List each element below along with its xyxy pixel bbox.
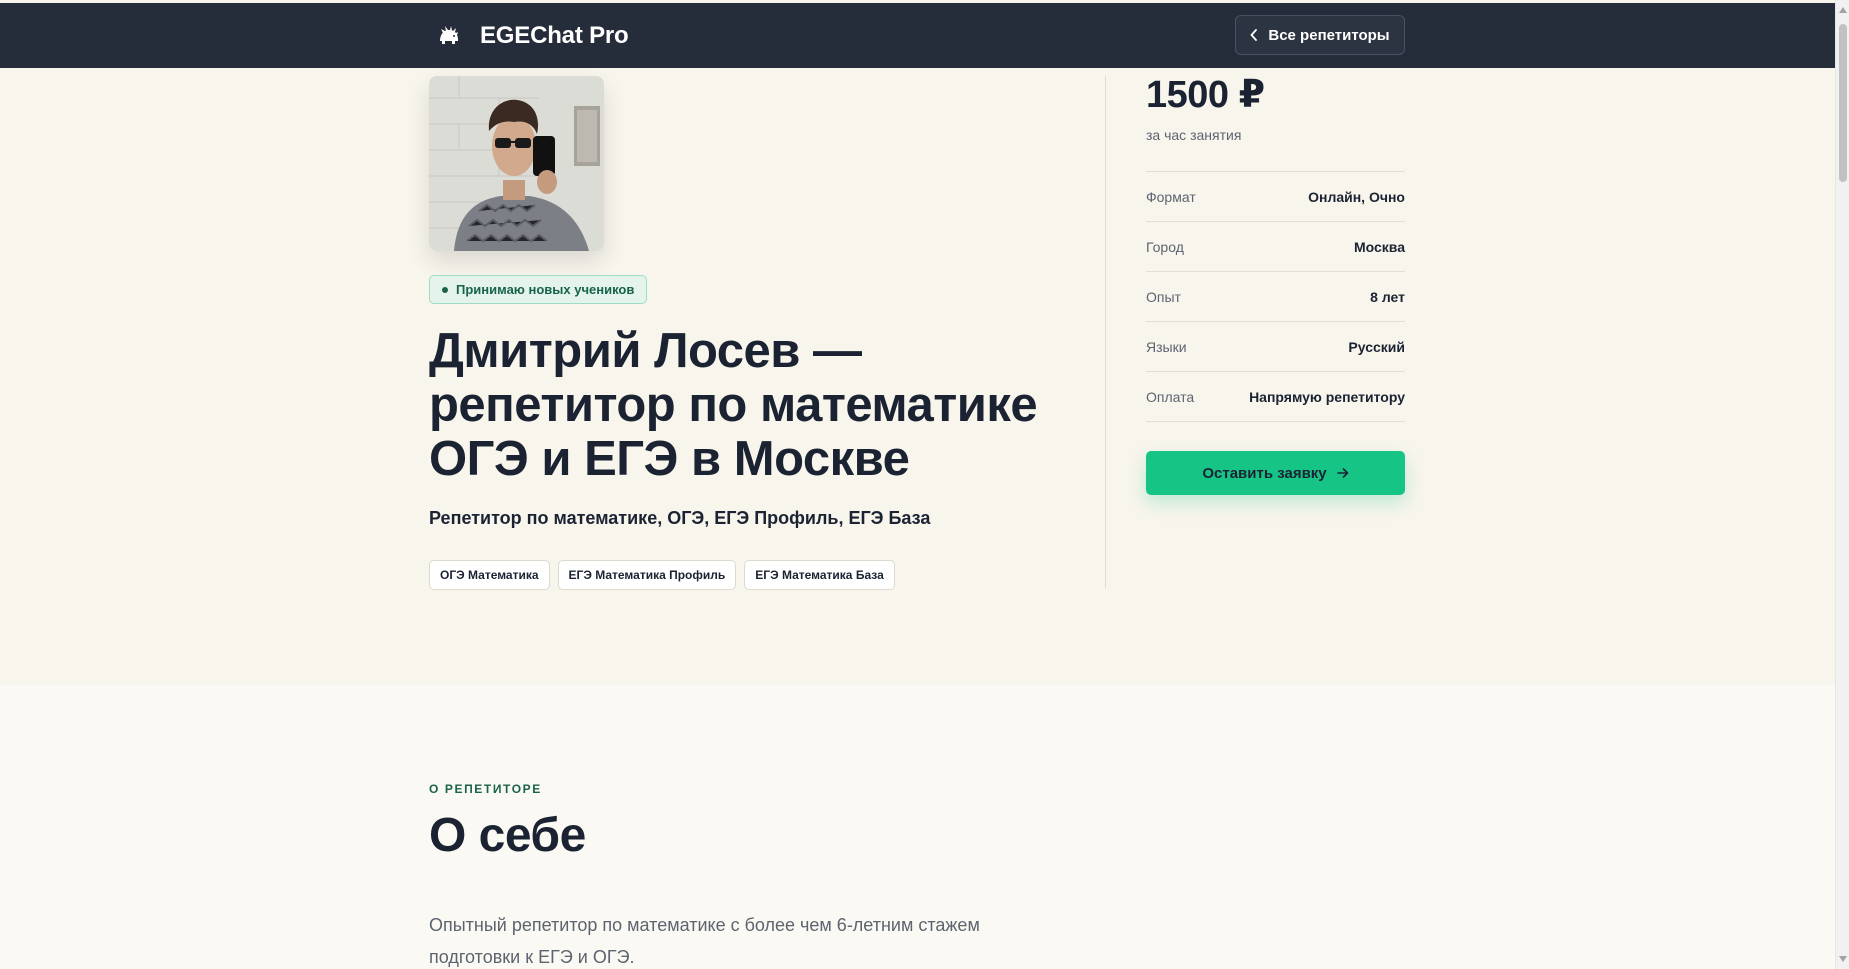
info-value: Напрямую репетитору [1249, 388, 1405, 405]
top-header: EGEChat Pro Все репетиторы [0, 3, 1835, 68]
price-note: за час занятия [1146, 127, 1242, 143]
info-label: Город [1146, 238, 1184, 255]
subject-tag: ЕГЭ Математика База [744, 560, 895, 590]
tutor-hero-section: Принимаю новых учеников Дмитрий Лосев — … [0, 68, 1835, 685]
status-dot-icon [442, 286, 448, 293]
tutor-photo [429, 76, 604, 251]
hedgehog-logo-icon [436, 23, 462, 49]
subject-tags: ОГЭ Математика ЕГЭ Математика Профиль ЕГ… [429, 560, 895, 590]
brand-name: EGEChat Pro [480, 21, 629, 49]
scroll-down-icon[interactable] [1839, 955, 1847, 963]
arrow-right-icon [1336, 465, 1349, 482]
column-divider [1105, 76, 1106, 588]
info-value: Онлайн, Очно [1308, 188, 1405, 205]
all-tutors-button[interactable]: Все репетиторы [1235, 15, 1405, 55]
status-badge: Принимаю новых учеников [429, 275, 648, 304]
all-tutors-button-label: Все репетиторы [1268, 26, 1390, 44]
info-label: Языки [1146, 338, 1187, 355]
info-value: Русский [1348, 338, 1405, 355]
about-section: О РЕПЕТИТОРЕ О себе Опытный репетитор по… [0, 685, 1835, 969]
leave-request-button[interactable]: Оставить заявку [1146, 451, 1405, 495]
tutor-subjects-subtitle: Репетитор по математике, ОГЭ, ЕГЭ Профил… [429, 508, 931, 528]
leave-request-button-label: Оставить заявку [1202, 464, 1327, 482]
scrollbar-thumb[interactable] [1839, 24, 1847, 182]
lesson-price: 1500 ₽ [1146, 74, 1265, 116]
status-badge-label: Принимаю новых учеников [456, 282, 635, 297]
chevron-left-icon [1250, 29, 1258, 41]
info-row-languages: Языки Русский [1146, 322, 1405, 372]
scroll-up-icon[interactable] [1839, 6, 1847, 14]
subject-tag: ЕГЭ Математика Профиль [557, 560, 737, 590]
info-row-experience: Опыт 8 лет [1146, 272, 1405, 322]
info-row-format: Формат Онлайн, Очно [1146, 172, 1405, 222]
info-label: Опыт [1146, 288, 1181, 305]
info-row-payment: Оплата Напрямую репетитору [1146, 372, 1405, 422]
page-scrollbar[interactable] [1835, 0, 1849, 969]
page-title: Дмитрий Лосев — репетитор по математике … [429, 324, 1038, 486]
subject-tag: ОГЭ Математика [429, 560, 550, 590]
about-title: О себе [429, 809, 586, 862]
brand-link[interactable]: EGEChat Pro [436, 3, 629, 68]
tutor-info-list: Формат Онлайн, Очно Город Москва Опыт 8 … [1146, 171, 1405, 422]
info-value: Москва [1353, 238, 1405, 255]
about-eyebrow: О РЕПЕТИТОРЕ [429, 782, 542, 796]
about-text: Опытный репетитор по математике с более … [429, 915, 980, 967]
info-value: 8 лет [1370, 288, 1405, 305]
info-label: Оплата [1146, 388, 1195, 405]
info-label: Формат [1146, 188, 1196, 205]
info-row-city: Город Москва [1146, 222, 1405, 272]
